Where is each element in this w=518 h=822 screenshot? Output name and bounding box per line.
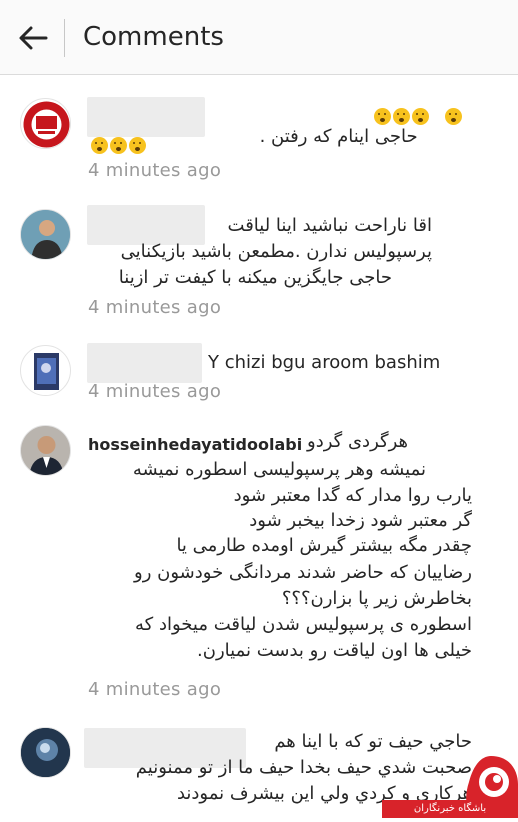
username-blurred[interactable] xyxy=(87,343,202,383)
emoji-icon xyxy=(393,108,410,125)
avatar[interactable] xyxy=(20,345,71,396)
page-title: Comments xyxy=(83,22,224,52)
avatar[interactable] xyxy=(20,727,71,778)
emoji-icon xyxy=(412,108,429,125)
comment-text-line: حاجي حيف تو كه با اينا هم xyxy=(274,731,472,752)
comment-text-line: یارب روا مدار که گدا معتبر شود xyxy=(233,485,472,506)
comment-text-line: نمیشه وهر پرسپولیسی اسطوره نمیشه xyxy=(132,459,426,480)
comments-list[interactable]: حاجی اینام که رفتن . 4 minutes ago اقا ن… xyxy=(0,75,518,818)
comment-text-line: اسطوره ی پرسپولیس شدن لیاقت میخواد که xyxy=(135,614,472,635)
comment-text-line: صحبت شدي حيف بخدا حيف ما از تو ممنونيم xyxy=(135,757,472,778)
watermark-label: باشگاه خبرنگاران xyxy=(382,800,518,818)
emoji-row xyxy=(90,135,147,154)
header-divider xyxy=(64,19,65,57)
avatar[interactable] xyxy=(20,98,71,149)
timestamp: 4 minutes ago xyxy=(88,297,222,318)
timestamp: 4 minutes ago xyxy=(88,679,222,700)
comment-text-line: حاجی جایگزین میکنه با کیفت تر ازینا xyxy=(118,267,392,288)
timestamp: 4 minutes ago xyxy=(88,381,222,402)
username-blurred[interactable] xyxy=(87,97,205,137)
username[interactable]: hosseinhedayatidoolabi xyxy=(88,435,302,454)
comment-text-line: پرسپولیس ندارن .مطمعن باشید بازیکنایی xyxy=(120,241,432,262)
emoji-icon xyxy=(91,137,108,154)
emoji-icon xyxy=(110,137,127,154)
comment-text-line: بخاطرش زیر پا بزارن؟؟؟ xyxy=(281,588,472,609)
emoji-row xyxy=(373,106,463,125)
comment-text-line: گر معتبر شود زخدا بیخبر شود xyxy=(249,510,472,531)
timestamp: 4 minutes ago xyxy=(88,160,222,181)
comment-text-line: Y chizi bgu aroom bashim xyxy=(208,352,441,373)
comment-text-line: هرگردی گردو xyxy=(307,431,408,452)
back-arrow-icon[interactable] xyxy=(12,22,52,54)
comment-text-line: چقدر مگه بیشتر گیرش اومده طارمی یا xyxy=(176,535,472,556)
comment-text-line: خیلی ها اون لیاقت رو بدست نمیارن. xyxy=(197,640,472,661)
avatar[interactable] xyxy=(20,209,71,260)
emoji-icon xyxy=(374,108,391,125)
emoji-icon xyxy=(445,108,463,125)
comment-text-line: رضاییان که حاضر شدند مردانگی خودشون رو xyxy=(134,562,472,583)
emoji-icon xyxy=(129,137,146,154)
comment-text-line: اقا ناراحت نباشید اینا لیاقت xyxy=(227,215,432,236)
app-header: Comments xyxy=(0,0,518,75)
username-blurred[interactable] xyxy=(87,205,205,245)
avatar[interactable] xyxy=(20,425,71,476)
